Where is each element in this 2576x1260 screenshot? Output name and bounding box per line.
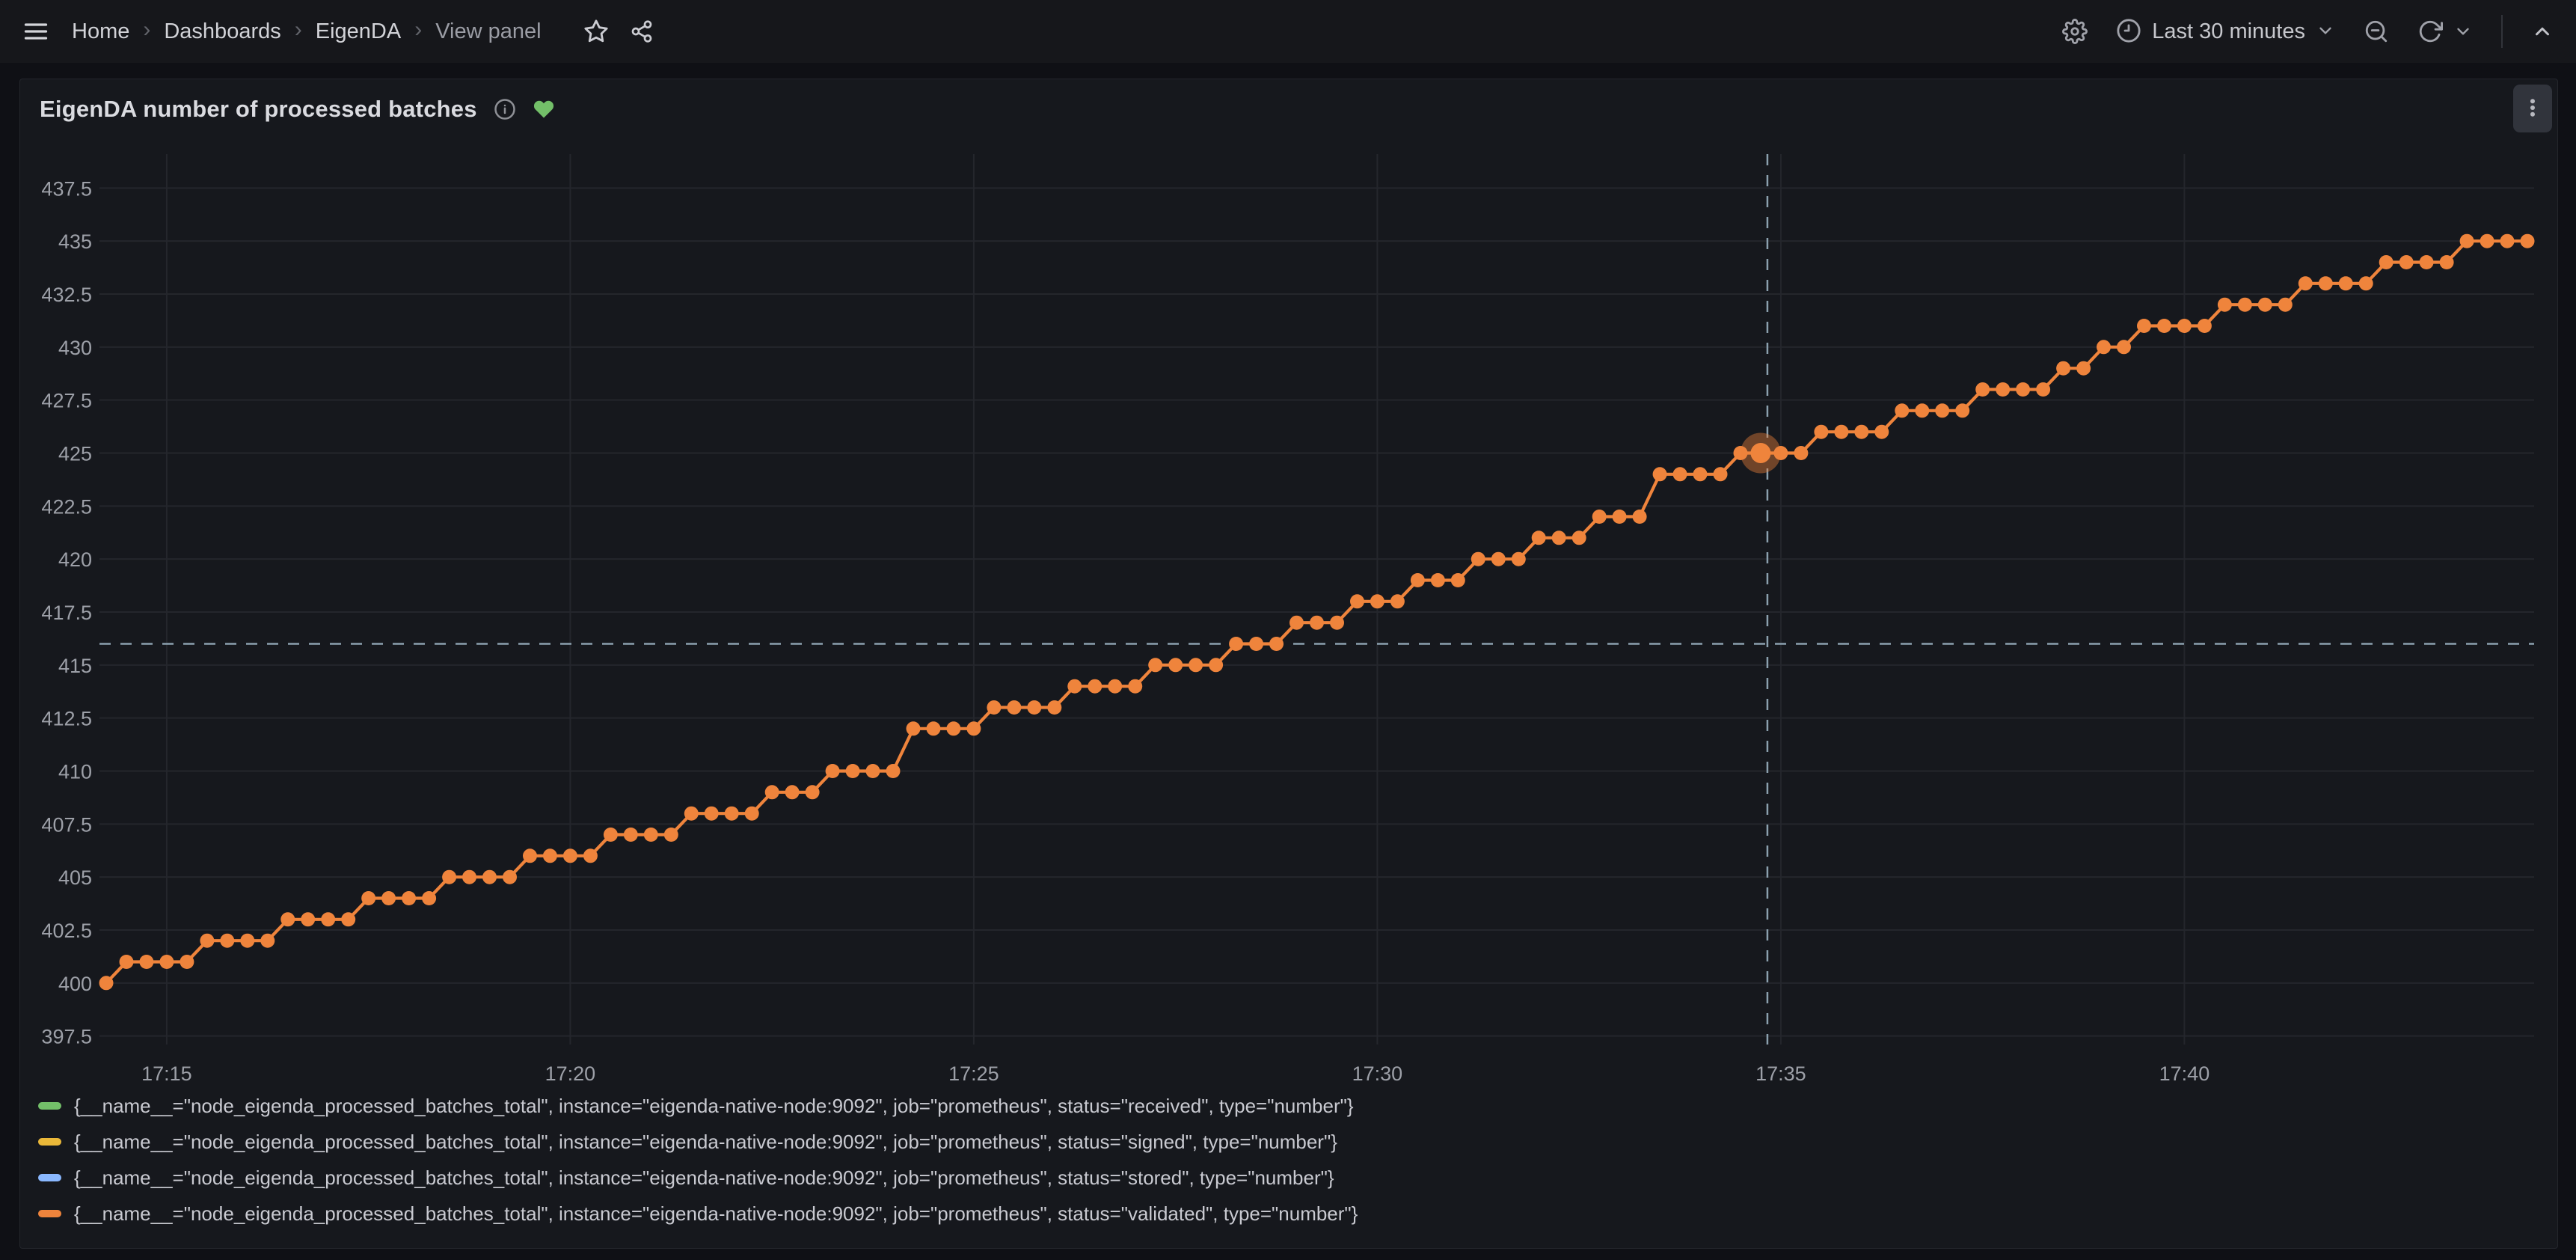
legend-label: {__name__="node_eigenda_processed_batche… <box>74 1095 1354 1118</box>
y-axis-tick-label: 427.5 <box>41 390 92 412</box>
highlighted-point[interactable] <box>1750 443 1770 463</box>
legend-label: {__name__="node_eigenda_processed_batche… <box>74 1166 1334 1190</box>
x-axis-tick-label: 17:25 <box>948 1062 999 1085</box>
top-navigation-bar: Home Dashboards EigenDA View panel <box>0 0 2576 63</box>
legend-label: {__name__="node_eigenda_processed_batche… <box>74 1131 1337 1154</box>
clock-icon <box>2116 18 2141 46</box>
share-button[interactable] <box>630 19 654 43</box>
x-axis-tick-label: 17:40 <box>2159 1062 2210 1085</box>
breadcrumb-dashboards[interactable]: Dashboards <box>164 19 280 44</box>
zoom-out-icon <box>2364 19 2389 44</box>
y-axis-tick-label: 415 <box>58 655 92 677</box>
legend-swatch-icon <box>38 1210 61 1217</box>
refresh-controls <box>2417 19 2473 44</box>
chart-legend: {__name__="node_eigenda_processed_batche… <box>38 1088 1358 1232</box>
legend-label: {__name__="node_eigenda_processed_batche… <box>74 1202 1358 1226</box>
y-axis-tick-label: 437.5 <box>41 177 92 200</box>
y-axis-tick-label: 430 <box>58 337 92 359</box>
legend-item[interactable]: {__name__="node_eigenda_processed_batche… <box>38 1196 1358 1232</box>
refresh-button[interactable] <box>2417 19 2443 44</box>
y-axis-tick-label: 402.5 <box>41 920 92 942</box>
time-series-chart[interactable]: 397.5 400 402.5 405 407.5 410 412.5 415 417.5 420… <box>20 79 2559 1172</box>
menu-toggle-button[interactable] <box>22 18 49 45</box>
legend-item[interactable]: {__name__="node_eigenda_processed_batche… <box>38 1088 1358 1124</box>
panel-eigenda-processed-batches: EigenDA number of processed batches 397.… <box>19 79 2558 1249</box>
legend-swatch-icon <box>38 1138 61 1146</box>
y-axis-tick-label: 425 <box>58 443 92 465</box>
y-axis-tick-label: 412.5 <box>41 708 92 730</box>
legend-item[interactable]: {__name__="node_eigenda_processed_batche… <box>38 1124 1358 1160</box>
collapse-nav-button[interactable] <box>2531 20 2554 43</box>
y-axis-tick-label: 420 <box>58 548 92 571</box>
chevron-up-icon <box>2531 20 2554 43</box>
breadcrumb-home[interactable]: Home <box>72 19 129 44</box>
x-axis-tick-label: 17:30 <box>1352 1062 1403 1085</box>
y-axis-tick-label: 432.5 <box>41 284 92 306</box>
breadcrumb-view-panel: View panel <box>435 19 541 44</box>
chevron-down-icon <box>2453 22 2473 41</box>
legend-swatch-icon <box>38 1102 61 1110</box>
x-axis-tick-label: 17:20 <box>545 1062 596 1085</box>
zoom-out-button[interactable] <box>2364 19 2389 44</box>
legend-swatch-icon <box>38 1174 61 1181</box>
legend-item[interactable]: {__name__="node_eigenda_processed_batche… <box>38 1160 1358 1196</box>
chart-canvas[interactable]: 397.5 400 402.5 405 407.5 410 412.5 415 417.5 420… <box>20 79 2559 1172</box>
gear-icon <box>2062 19 2088 44</box>
y-axis-tick-label: 407.5 <box>41 813 92 836</box>
x-axis-tick-label: 17:15 <box>141 1062 192 1085</box>
favorite-button[interactable] <box>583 19 609 44</box>
y-axis-tick-label: 417.5 <box>41 602 92 624</box>
chevron-down-icon <box>2316 21 2335 43</box>
refresh-interval-dropdown[interactable] <box>2453 22 2473 41</box>
dashboard-settings-button[interactable] <box>2062 19 2088 44</box>
breadcrumb: Home Dashboards EigenDA View panel <box>72 19 542 44</box>
y-axis-tick-label: 400 <box>58 973 92 995</box>
share-icon <box>630 19 654 43</box>
time-range-picker[interactable]: Last 30 minutes <box>2116 18 2335 46</box>
y-axis-tick-label: 435 <box>58 230 92 253</box>
breadcrumb-eigenda[interactable]: EigenDA <box>316 19 401 44</box>
refresh-icon <box>2417 19 2443 44</box>
star-icon <box>583 19 609 44</box>
y-axis-tick-label: 410 <box>58 761 92 783</box>
y-axis-tick-label: 422.5 <box>41 495 92 518</box>
time-range-label: Last 30 minutes <box>2152 19 2305 44</box>
y-axis-tick-label: 397.5 <box>41 1026 92 1048</box>
x-axis-tick-label: 17:35 <box>1755 1062 1806 1085</box>
hamburger-icon <box>22 18 49 45</box>
nav-divider <box>2501 15 2503 48</box>
y-axis-tick-label: 405 <box>58 866 92 889</box>
